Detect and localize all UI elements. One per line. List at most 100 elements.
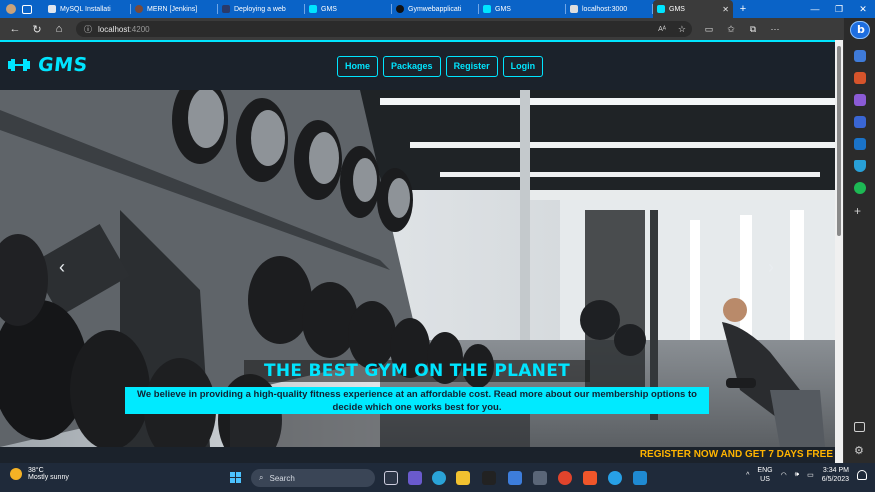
edge-sidebar: + ⚙	[843, 18, 875, 463]
brand-name: GMS	[36, 54, 89, 76]
tab-favicon-icon	[135, 5, 143, 13]
nav-home-button[interactable]: Home	[337, 56, 379, 77]
browser-tab[interactable]: localhost:3000	[566, 0, 653, 18]
search-icon: ⌕	[259, 473, 264, 482]
close-tab-icon[interactable]: ✕	[722, 5, 729, 14]
favorite-star-icon[interactable]: ☆	[678, 24, 686, 35]
lang-secondary: US	[760, 476, 770, 483]
site-navbar: GMS Home Packages Register Login	[0, 42, 835, 90]
system-tray: ^ ENG US ◠ 🕪 ▭ 3:34 PM 6/5/2023	[746, 466, 867, 484]
sidebar-settings-icon[interactable]: ⚙	[854, 444, 864, 457]
shopping-tag-icon[interactable]	[854, 50, 866, 62]
collections-icon[interactable]: ⧉	[742, 18, 764, 40]
search-placeholder: Search	[269, 473, 295, 483]
dumbbell-icon	[8, 59, 30, 71]
maximize-icon[interactable]: ❐	[827, 0, 851, 18]
calculator-icon[interactable]	[533, 471, 547, 485]
screen: MySQL Installati MERN [Jenkins] Deployin…	[0, 0, 875, 492]
profile-icon[interactable]	[6, 4, 16, 14]
file-explorer-icon[interactable]	[456, 471, 470, 485]
edge-icon[interactable]	[432, 471, 446, 485]
nav-login-button[interactable]: Login	[502, 56, 544, 77]
hero-carousel: ‹ › THE BEST GYM ON THE PLANET We believ…	[0, 90, 835, 447]
teams-chat-icon[interactable]	[408, 471, 422, 485]
minimize-icon[interactable]: —	[803, 0, 827, 18]
tab-title: Gymwebapplicati	[408, 5, 462, 13]
browser-tab[interactable]: Gymwebapplicati	[392, 0, 479, 18]
web-page: GMS Home Packages Register Login ‹ › THE…	[0, 40, 835, 463]
taskbar: 38°C Mostly sunny ⌕ Search ^ ENG US ◠ 🕪 …	[0, 463, 875, 492]
browser-tab[interactable]: MERN [Jenkins]	[131, 0, 218, 18]
spotify-icon[interactable]	[854, 182, 866, 194]
weather-condition: Mostly sunny	[28, 474, 69, 481]
page-scrollbar[interactable]	[835, 40, 843, 463]
bing-chat-icon[interactable]	[850, 21, 870, 39]
task-view-icon[interactable]	[384, 471, 398, 485]
carousel-next-icon[interactable]: ›	[761, 255, 781, 279]
tab-favicon-icon	[48, 5, 56, 13]
address-toolbar: ← ↻ ⌂ ⓘ localhost:4200 Aᴬ ☆ ▭ ✩ ⧉ ⋯	[0, 18, 875, 40]
brand-logo[interactable]: GMS	[8, 54, 89, 76]
chrome-icon[interactable]	[558, 471, 572, 485]
tab-favicon-icon	[483, 5, 491, 13]
add-sidebar-app-icon[interactable]: +	[854, 204, 861, 218]
back-icon[interactable]: ←	[4, 18, 26, 40]
sun-icon	[10, 468, 22, 480]
carousel-prev-icon[interactable]: ‹	[52, 255, 72, 279]
lang-primary: ENG	[757, 467, 773, 474]
tab-title: MERN [Jenkins]	[147, 5, 198, 13]
scrollbar-thumb[interactable]	[837, 46, 841, 236]
wifi-icon[interactable]: ◠	[781, 471, 787, 479]
paint-icon[interactable]	[608, 471, 622, 485]
tab-title: MySQL Installati	[60, 5, 111, 13]
battery-icon[interactable]: ▭	[807, 471, 814, 479]
volume-icon[interactable]: 🕪	[795, 471, 799, 479]
clock[interactable]: 3:34 PM 6/5/2023	[822, 466, 849, 484]
office-icon[interactable]	[854, 116, 866, 128]
home-icon[interactable]: ⌂	[48, 18, 70, 40]
nav-register-button[interactable]: Register	[445, 56, 498, 77]
weather-widget[interactable]: 38°C Mostly sunny	[10, 467, 69, 481]
outlook-icon[interactable]	[854, 138, 866, 150]
store-icon[interactable]	[508, 471, 522, 485]
windows-start-icon[interactable]	[230, 472, 242, 484]
taskbar-search-input[interactable]: ⌕ Search	[251, 469, 375, 487]
split-screen-icon[interactable]: ▭	[698, 18, 720, 40]
drop-icon[interactable]	[854, 160, 866, 172]
new-tab-button[interactable]: +	[733, 0, 753, 18]
window-controls: — ❐ ✕	[803, 0, 875, 18]
language-indicator[interactable]: ENG US	[757, 466, 772, 484]
nav-packages-button[interactable]: Packages	[383, 56, 441, 77]
browser-tab[interactable]: GMS	[305, 0, 392, 18]
tab-favicon-icon	[309, 5, 317, 13]
workspace-controls	[0, 0, 44, 18]
tools-icon[interactable]	[854, 72, 866, 84]
more-menu-icon[interactable]: ⋯	[764, 18, 786, 40]
tab-title: GMS	[495, 5, 511, 13]
url-host: localhost	[98, 24, 130, 34]
promo-text[interactable]: REGISTER NOW AND GET 7 DAYS FREE	[640, 449, 833, 460]
url-port: :4200	[129, 24, 150, 34]
browser-tab[interactable]: GMS	[479, 0, 566, 18]
terminal-icon[interactable]	[482, 471, 496, 485]
address-input[interactable]: ⓘ localhost:4200 Aᴬ ☆	[76, 21, 692, 37]
hide-sidebar-icon[interactable]	[854, 422, 865, 432]
brave-icon[interactable]	[583, 471, 597, 485]
tab-actions-icon[interactable]	[22, 4, 32, 14]
favorites-icon[interactable]: ✩	[720, 18, 742, 40]
read-aloud-icon[interactable]: Aᴬ	[658, 26, 666, 33]
refresh-icon[interactable]: ↻	[26, 18, 48, 40]
clock-time: 3:34 PM	[822, 467, 849, 474]
browser-tab-active[interactable]: GMS ✕	[653, 0, 733, 18]
notifications-icon[interactable]	[857, 470, 867, 480]
tab-title: GMS	[321, 5, 337, 13]
hero-title: THE BEST GYM ON THE PLANET	[244, 360, 590, 382]
browser-tab[interactable]: Deploying a web	[218, 0, 305, 18]
info-icon[interactable]: ⓘ	[84, 24, 92, 35]
show-hidden-icons-icon[interactable]: ^	[746, 472, 749, 479]
close-window-icon[interactable]: ✕	[851, 0, 875, 18]
vscode-icon[interactable]	[633, 471, 647, 485]
browser-tab[interactable]: MySQL Installati	[44, 0, 131, 18]
games-icon[interactable]	[854, 94, 866, 106]
browser-tab-strip: MySQL Installati MERN [Jenkins] Deployin…	[0, 0, 875, 18]
